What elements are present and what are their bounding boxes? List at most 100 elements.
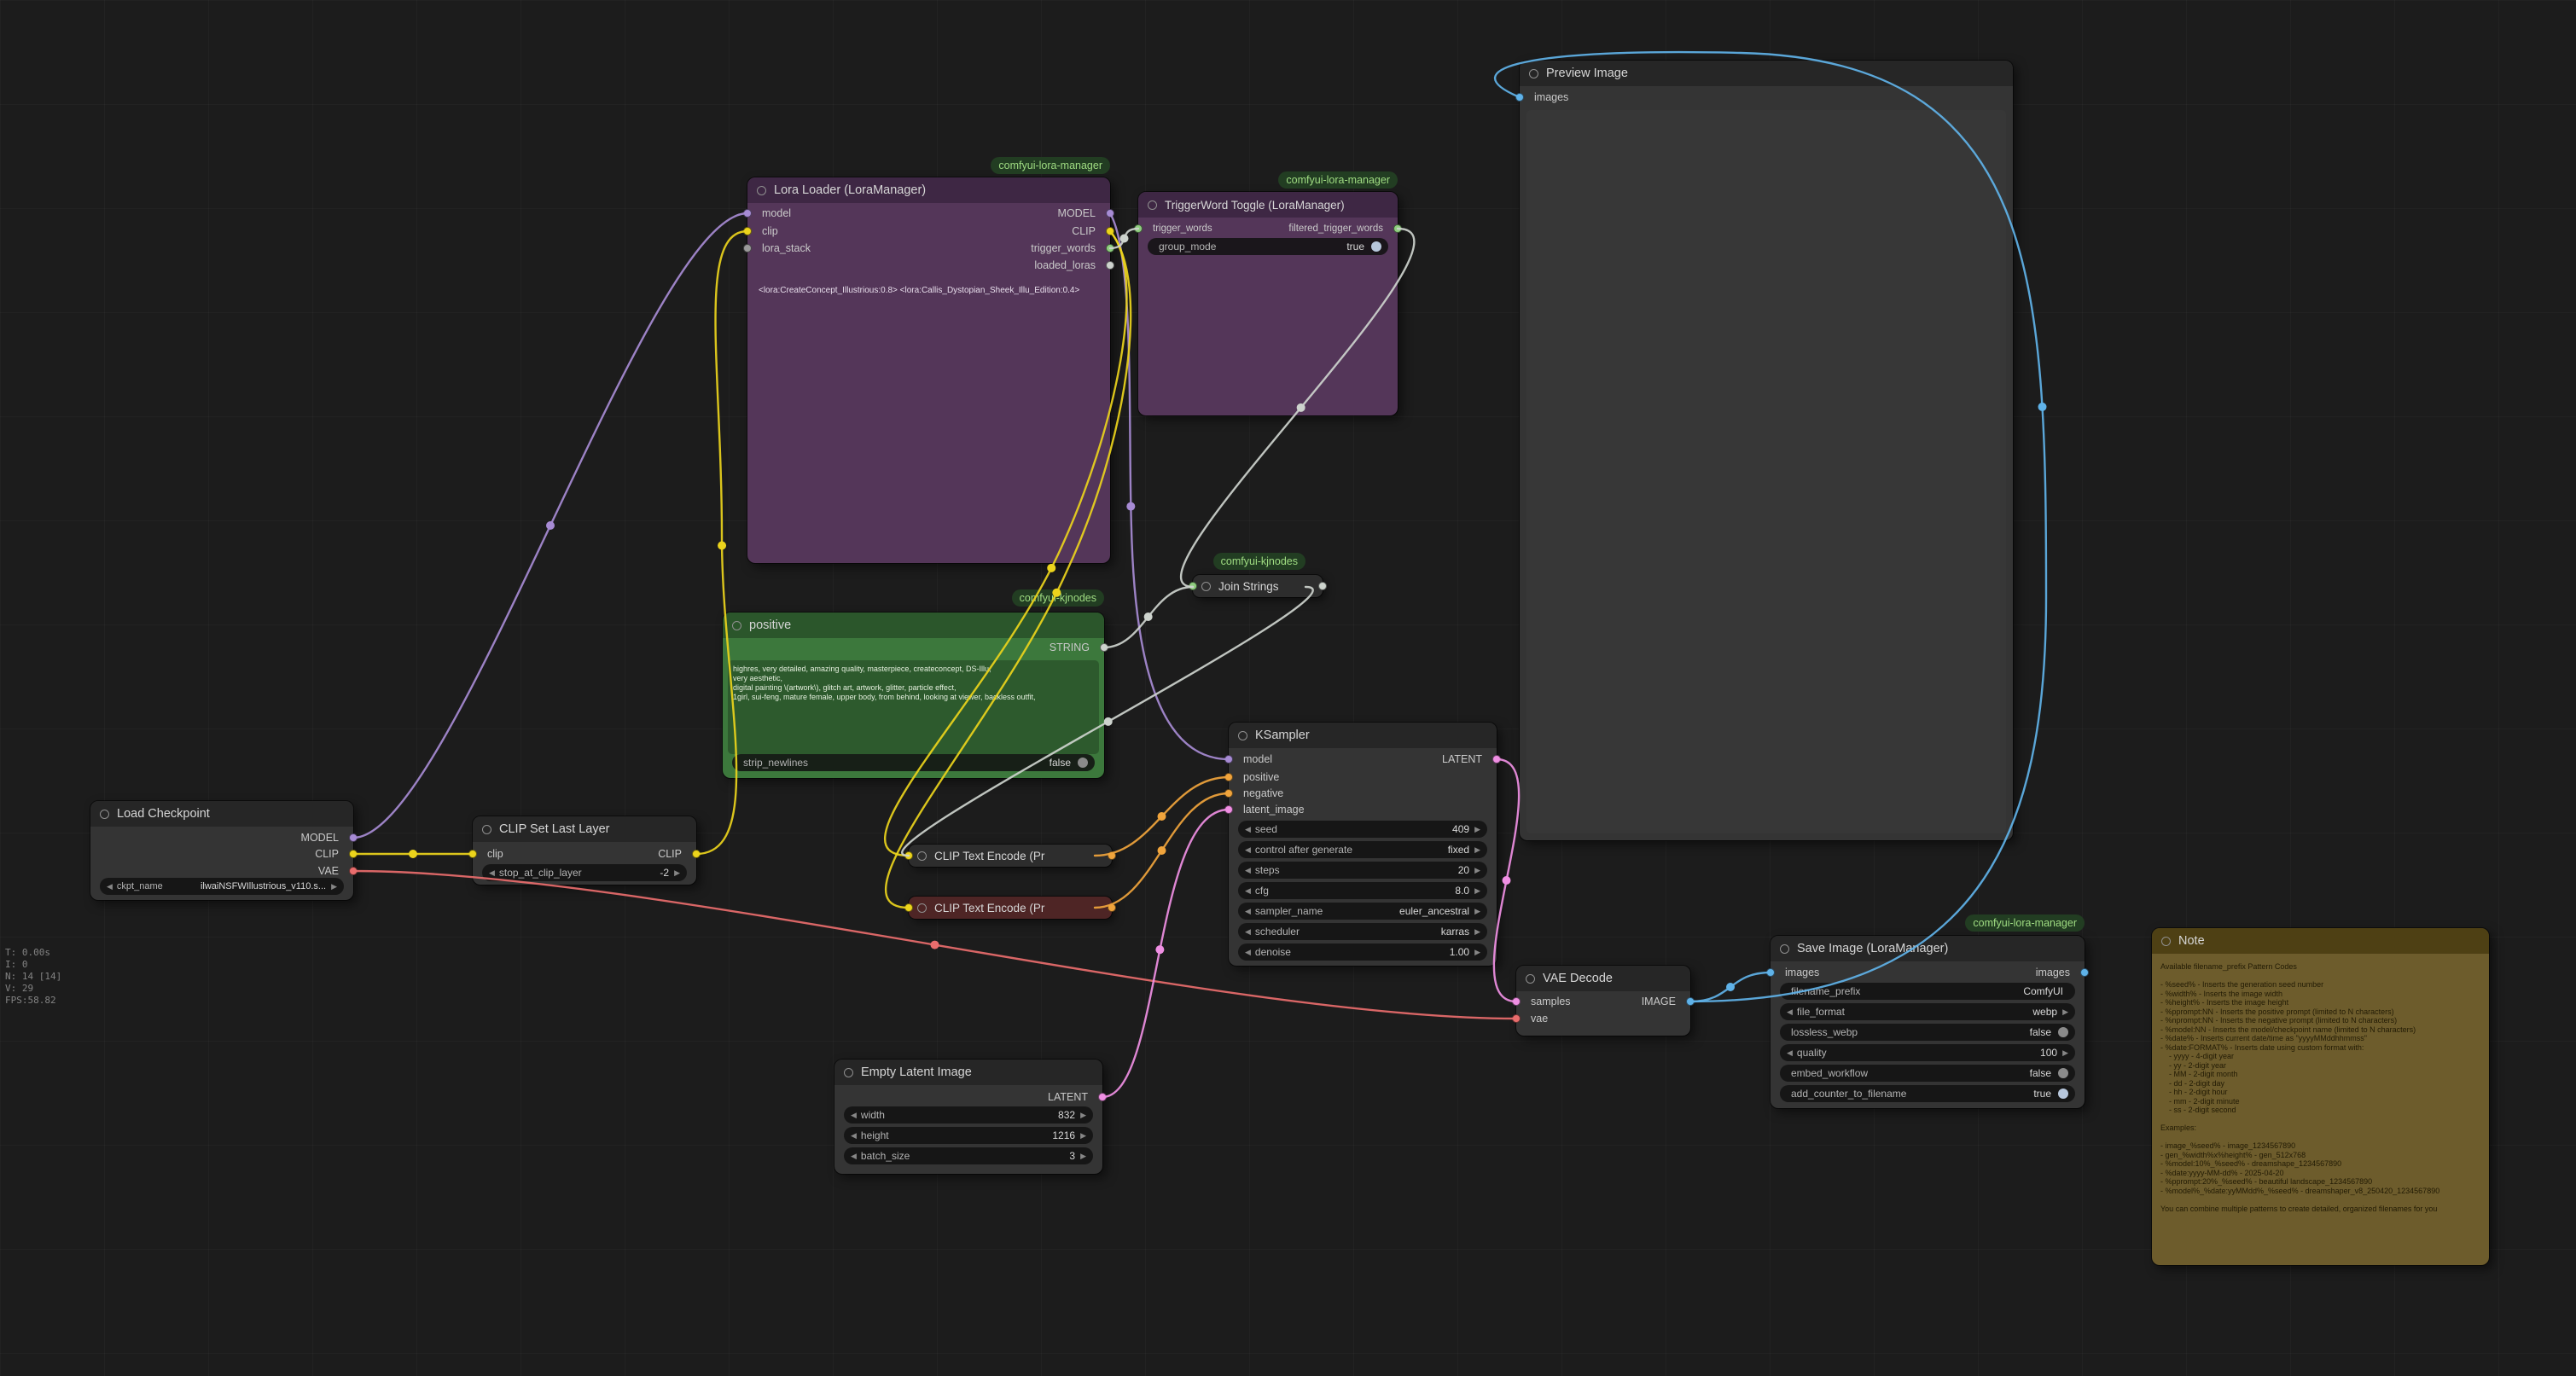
node-title-bar[interactable]: TriggerWord Toggle (LoraManager) xyxy=(1138,192,1398,218)
widget-batch-size[interactable]: ◀ batch_size 3 ▶ xyxy=(844,1147,1093,1164)
node-collapse-dot[interactable] xyxy=(1148,200,1157,210)
prompt-textarea[interactable]: highres, very detailed, amazing quality,… xyxy=(728,660,1099,754)
widget-denoise[interactable]: ◀ denoise 1.00 ▶ xyxy=(1238,943,1487,961)
stepper-left-icon[interactable]: ◀ xyxy=(489,868,495,878)
stepper-left-icon[interactable]: ◀ xyxy=(1787,1048,1793,1058)
stepper-right-icon[interactable]: ▶ xyxy=(1474,866,1480,875)
node-collapse-dot[interactable] xyxy=(100,810,109,819)
input-slot-lora-stack[interactable]: lora_stack xyxy=(747,240,814,257)
output-slot-trigger-words[interactable]: trigger_words xyxy=(1027,240,1110,257)
node-save-image[interactable]: Save Image (LoraManager) images images f… xyxy=(1771,936,2085,1108)
widget-add-counter-to-filename[interactable]: add_counter_to_filename true xyxy=(1780,1085,2075,1102)
input-slot-trigger-words[interactable]: trigger_words xyxy=(1138,220,1216,237)
node-clip-text-encode-negative[interactable]: CLIP Text Encode (Pr xyxy=(909,897,1112,919)
slot-dot[interactable] xyxy=(1134,224,1143,233)
node-load-checkpoint[interactable]: Load Checkpoint MODEL CLIP VAE ◀ ckpt_na… xyxy=(90,801,353,900)
node-clip-set-last-layer[interactable]: CLIP Set Last Layer clip CLIP ◀ stop_at_… xyxy=(473,816,696,885)
node-title-bar[interactable]: KSampler xyxy=(1229,723,1497,748)
stepper-left-icon[interactable]: ◀ xyxy=(107,882,113,891)
node-collapse-dot[interactable] xyxy=(757,186,766,195)
stepper-right-icon[interactable]: ▶ xyxy=(1474,845,1480,855)
output-slot-model[interactable]: MODEL xyxy=(298,829,353,846)
node-triggerword-toggle[interactable]: TriggerWord Toggle (LoraManager) trigger… xyxy=(1138,192,1398,415)
slot-dot[interactable] xyxy=(1100,643,1108,652)
slot-dot[interactable] xyxy=(743,244,752,253)
slot-dot[interactable] xyxy=(1108,903,1116,912)
widget-ckpt-name[interactable]: ◀ ckpt_name ilwaiNSFWIllustrious_v110.s.… xyxy=(100,878,344,895)
widget-lossless-webp[interactable]: lossless_webp false xyxy=(1780,1024,2075,1041)
stepper-left-icon[interactable]: ◀ xyxy=(851,1131,857,1141)
node-title-bar[interactable]: VAE Decode xyxy=(1516,966,1690,991)
stepper-right-icon[interactable]: ▶ xyxy=(2062,1048,2068,1058)
stepper-left-icon[interactable]: ◀ xyxy=(1245,907,1251,916)
node-title-bar[interactable]: Load Checkpoint xyxy=(90,801,353,827)
stepper-right-icon[interactable]: ▶ xyxy=(1474,907,1480,916)
stepper-left-icon[interactable]: ◀ xyxy=(1245,948,1251,957)
stepper-right-icon[interactable]: ▶ xyxy=(1474,825,1480,834)
node-collapse-dot[interactable] xyxy=(917,851,927,861)
output-slot-vae[interactable]: VAE xyxy=(315,862,353,880)
output-slot-latent[interactable]: LATENT xyxy=(1044,1089,1102,1106)
slot-dot[interactable] xyxy=(1515,93,1524,102)
stepper-right-icon[interactable]: ▶ xyxy=(1080,1111,1086,1120)
node-collapse-dot[interactable] xyxy=(1529,69,1538,78)
output-slot-clip[interactable]: CLIP xyxy=(654,845,696,862)
input-slot-vae[interactable]: vae xyxy=(1516,1010,1551,1027)
widget-strip-newlines[interactable]: strip_newlines false xyxy=(732,754,1095,771)
slot-dot[interactable] xyxy=(1224,805,1233,814)
node-vae-decode[interactable]: VAE Decode samples IMAGE vae xyxy=(1516,966,1690,1036)
node-title-bar[interactable]: Preview Image xyxy=(1520,61,2013,86)
toggle-knob[interactable] xyxy=(2058,1089,2068,1099)
node-title-bar[interactable]: Lora Loader (LoraManager) xyxy=(747,177,1110,203)
node-collapse-dot[interactable] xyxy=(1201,582,1211,591)
stepper-left-icon[interactable]: ◀ xyxy=(1245,886,1251,896)
slot-dot[interactable] xyxy=(904,903,913,912)
output-slot-images[interactable]: images xyxy=(2032,964,2085,981)
output-slot-clip[interactable]: CLIP xyxy=(1068,223,1110,240)
output-slot-clip[interactable]: CLIP xyxy=(311,845,353,862)
node-lora-loader[interactable]: Lora Loader (LoraManager) model clip lor… xyxy=(747,177,1110,563)
stepper-right-icon[interactable]: ▶ xyxy=(331,882,337,891)
widget-height[interactable]: ◀ height 1216 ▶ xyxy=(844,1127,1093,1144)
node-clip-text-encode-positive[interactable]: CLIP Text Encode (Pr xyxy=(909,845,1112,867)
stepper-left-icon[interactable]: ◀ xyxy=(851,1111,857,1120)
slot-dot[interactable] xyxy=(349,833,358,842)
toggle-knob[interactable] xyxy=(2058,1068,2068,1078)
toggle-knob[interactable] xyxy=(1078,758,1088,768)
node-title-bar[interactable]: positive xyxy=(723,613,1104,638)
node-title-bar[interactable]: CLIP Set Last Layer xyxy=(473,816,696,842)
slot-dot[interactable] xyxy=(1106,227,1114,235)
lora-syntax-text[interactable]: <lora:CreateConcept_Illustrious:0.8> <lo… xyxy=(759,286,1103,295)
slot-dot[interactable] xyxy=(1318,582,1327,590)
slot-dot[interactable] xyxy=(2080,968,2089,977)
output-slot-string[interactable]: STRING xyxy=(1046,639,1104,656)
stepper-right-icon[interactable]: ▶ xyxy=(1080,1131,1086,1141)
slot-dot[interactable] xyxy=(1224,755,1233,763)
widget-file-format[interactable]: ◀ file_format webp ▶ xyxy=(1780,1003,2075,1020)
input-slot-negative[interactable]: negative xyxy=(1229,785,1287,802)
node-collapse-dot[interactable] xyxy=(844,1068,853,1077)
slot-dot[interactable] xyxy=(1512,1014,1521,1023)
widget-group-mode[interactable]: group_mode true xyxy=(1148,238,1388,255)
stepper-right-icon[interactable]: ▶ xyxy=(2062,1007,2068,1017)
widget-quality[interactable]: ◀ quality 100 ▶ xyxy=(1780,1044,2075,1061)
stepper-right-icon[interactable]: ▶ xyxy=(1474,948,1480,957)
node-positive-prompt[interactable]: positive STRING highres, very detailed, … xyxy=(723,613,1104,778)
node-ksampler[interactable]: KSampler model positive negative latent_… xyxy=(1229,723,1497,966)
output-slot-filtered-trigger-words[interactable]: filtered_trigger_words xyxy=(1285,220,1398,237)
stepper-left-icon[interactable]: ◀ xyxy=(1245,927,1251,937)
node-preview-image[interactable]: Preview Image images xyxy=(1520,61,2013,840)
slot-dot[interactable] xyxy=(349,850,358,858)
slot-dot[interactable] xyxy=(743,209,752,218)
widget-scheduler[interactable]: ◀ scheduler karras ▶ xyxy=(1238,923,1487,940)
slot-dot[interactable] xyxy=(1106,209,1114,218)
note-text[interactable]: Available filename_prefix Pattern Codes … xyxy=(2160,962,2482,1260)
slot-dot[interactable] xyxy=(1492,755,1501,763)
input-slot-images[interactable]: images xyxy=(1771,964,1823,981)
input-slot-positive[interactable]: positive xyxy=(1229,769,1282,786)
stepper-left-icon[interactable]: ◀ xyxy=(851,1152,857,1161)
slot-dot[interactable] xyxy=(1224,773,1233,781)
node-note[interactable]: Note Available filename_prefix Pattern C… xyxy=(2152,928,2489,1265)
widget-stop-at-clip-layer[interactable]: ◀ stop_at_clip_layer -2 ▶ xyxy=(482,864,687,881)
widget-sampler-name[interactable]: ◀ sampler_name euler_ancestral ▶ xyxy=(1238,903,1487,920)
